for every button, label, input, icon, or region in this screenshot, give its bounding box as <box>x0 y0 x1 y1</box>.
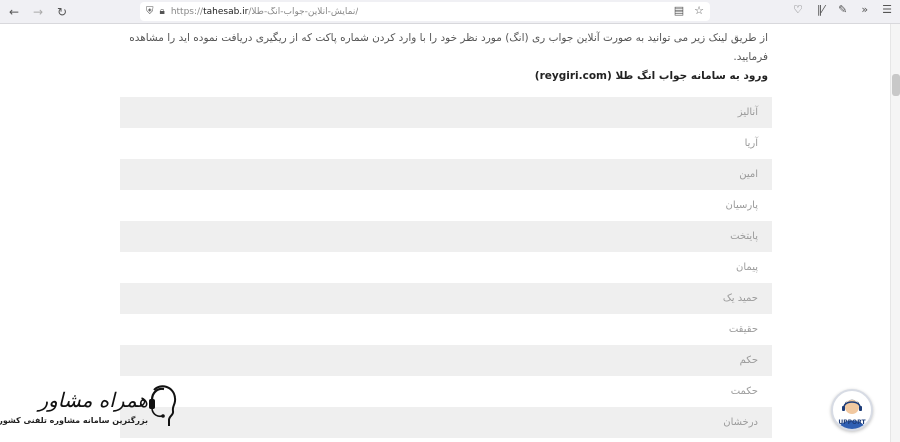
list-item-label: حکم <box>739 355 758 366</box>
forward-icon[interactable]: → <box>28 2 48 22</box>
list-item-label: حمید یک <box>722 293 758 304</box>
list-item-label: حقیقت <box>728 324 758 335</box>
page-scrollbar[interactable] <box>890 24 900 442</box>
brand-logo: همراه مشاور بزرگترین سامانه مشاوره تلفنی… <box>0 382 178 438</box>
list-item-label: امین <box>739 169 758 180</box>
list-item[interactable]: حقیقت <box>120 314 772 345</box>
list-item[interactable]: پایتخت <box>120 221 772 252</box>
url-bar[interactable]: ⛨ 🔒︎ https://tahesab.ir/نمایش-آنلاین-جوا… <box>140 2 710 21</box>
extensions-icon[interactable]: ✎ <box>838 3 847 16</box>
bookmark-star-icon[interactable]: ☆ <box>694 4 704 17</box>
reload-icon[interactable]: ↻ <box>52 2 72 22</box>
menu-icon[interactable]: ☰ <box>882 3 892 16</box>
list-item-label: پیمان <box>736 262 758 273</box>
overflow-icon[interactable]: » <box>861 3 868 16</box>
logo-subtitle: بزرگترین سامانه مشاوره تلفنی کشور <box>0 416 148 425</box>
list-item-label: حکمت <box>730 386 758 397</box>
list-item[interactable]: حکم <box>120 345 772 376</box>
headset-head-icon <box>149 385 177 426</box>
list-item[interactable]: درخشان <box>120 407 772 438</box>
list-item-label: آریا <box>744 138 758 149</box>
scrollbar-thumb[interactable] <box>892 74 900 96</box>
section-title: ورود به سامانه جواب انگ طلا (reygiri.com… <box>534 70 768 82</box>
page-content: از طریق لینک زیر می توانید به صورت آنلای… <box>0 24 890 442</box>
list-item[interactable]: پیمان <box>120 252 772 283</box>
list-item[interactable]: آریا <box>120 128 772 159</box>
lock-icon[interactable]: 🔒︎ <box>160 6 165 17</box>
library-icon[interactable]: ‖⁄ <box>817 3 824 16</box>
list-item-label: پایتخت <box>730 231 758 242</box>
list-item[interactable]: پارسیان <box>120 190 772 221</box>
intro-text: از طریق لینک زیر می توانید به صورت آنلای… <box>129 32 768 63</box>
list-item[interactable]: امین <box>120 159 772 190</box>
url-path: /نمایش-آنلاین-جواب-انگ-طلا/ <box>248 6 359 17</box>
list-item[interactable]: حکمت <box>120 376 772 407</box>
logo-title: همراه مشاور <box>38 388 148 412</box>
back-icon[interactable]: ← <box>4 2 24 22</box>
support-label: UPPORT <box>838 419 866 426</box>
list-item-label: درخشان <box>723 417 758 428</box>
support-chat-button[interactable]: UPPORT <box>831 389 873 431</box>
list-item-label: آنالیز <box>737 107 758 118</box>
url-prefix: https:// <box>170 6 204 17</box>
list-item-label: پارسیان <box>725 200 758 211</box>
pocket-icon[interactable]: ♡ <box>793 3 803 16</box>
browser-toolbar: ← → ↻ ⛨ 🔒︎ https://tahesab.ir/نمایش-آنلا… <box>0 0 900 24</box>
url-text: https://tahesab.ir/نمایش-آنلاین-جواب-انگ… <box>171 7 359 17</box>
office-list: آنالیز آریا امین پارسیان پایتخت پیمان حم… <box>120 97 772 438</box>
list-item[interactable]: حمید یک <box>120 283 772 314</box>
shield-icon[interactable]: ⛨ <box>146 6 154 17</box>
reader-icon[interactable]: ▤ <box>674 4 684 17</box>
list-item[interactable]: آنالیز <box>120 97 772 128</box>
url-host: tahesab.ir <box>203 6 249 17</box>
